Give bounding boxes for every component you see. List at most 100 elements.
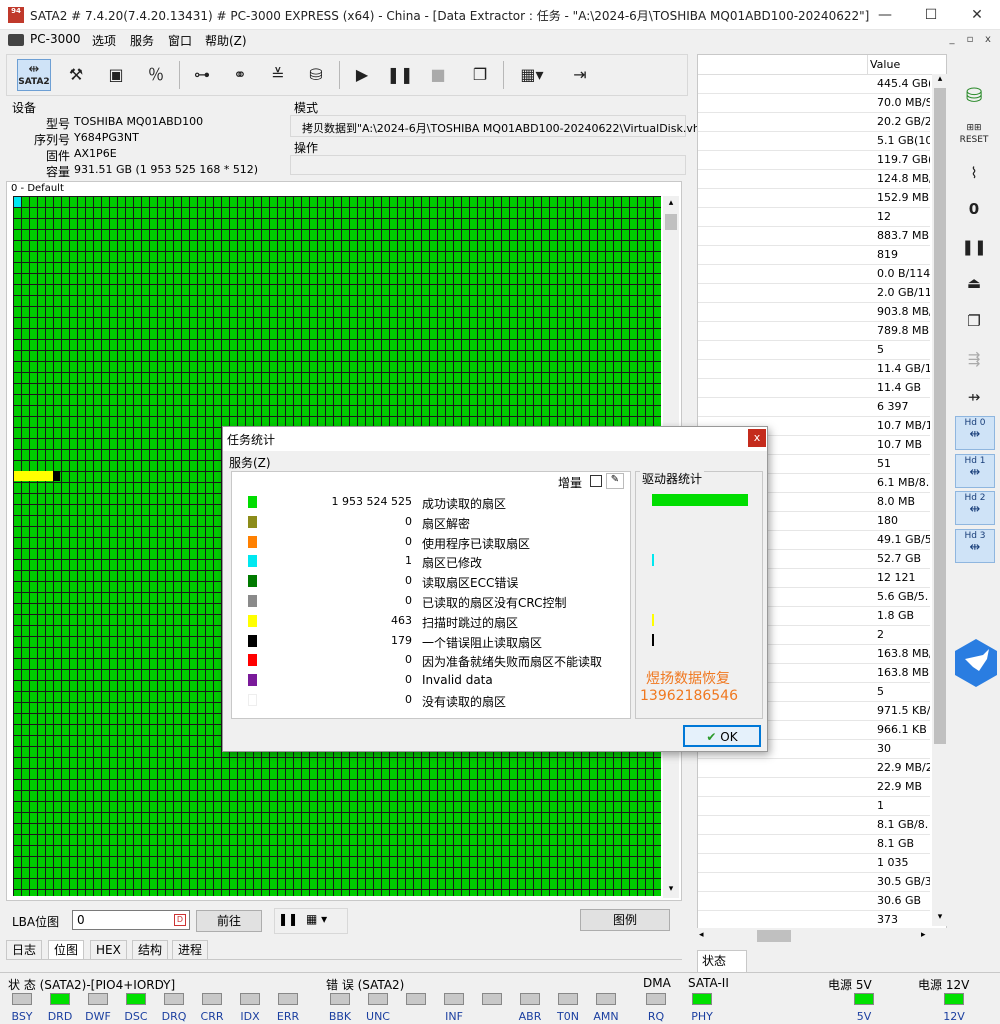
close-button[interactable]: ✕ xyxy=(954,0,1000,30)
scroll-left-icon[interactable]: ◂ xyxy=(699,930,704,940)
hd0-button[interactable]: Hd 0 ⇹ xyxy=(955,416,995,450)
values-scroll-up-icon[interactable]: ▴ xyxy=(934,74,946,86)
menu-service[interactable]: 服务 xyxy=(130,32,154,49)
status-group-title: 错 误 (SATA2) xyxy=(326,978,405,992)
tools-icon[interactable]: ⚒ xyxy=(59,59,93,91)
pause-map-icon[interactable]: ❚❚ xyxy=(278,912,298,926)
value-row[interactable]: 819 xyxy=(698,246,930,265)
values-horizontal-scrollbar[interactable]: ◂ ▸ xyxy=(697,928,947,944)
disk-heads-icon[interactable]: ≚ xyxy=(261,59,295,91)
values-scroll-thumb[interactable] xyxy=(934,88,946,744)
menu-window[interactable]: 窗口 xyxy=(168,32,192,49)
pause-icon[interactable]: ❚❚ xyxy=(383,59,417,91)
value-cell: 1.8 GB xyxy=(877,609,915,622)
tree-icon[interactable]: ⊶ xyxy=(185,59,219,91)
tab-structure[interactable]: 结构 xyxy=(132,940,169,960)
value-row[interactable]: 1 035 xyxy=(698,854,930,873)
hd2-button[interactable]: Hd 2 ⇹ xyxy=(955,491,995,525)
dialog-close-button[interactable]: x xyxy=(748,429,766,447)
value-row[interactable]: 30.5 GB/3 xyxy=(698,873,930,892)
signal-icon[interactable]: ⌇ xyxy=(954,156,994,190)
mdi-minimize-button[interactable]: _ xyxy=(945,33,959,47)
hd0-connector-icon: ⇹ xyxy=(969,427,981,442)
copy-windows-icon[interactable]: ❐ xyxy=(463,59,497,91)
value-row[interactable]: 124.8 MB/ xyxy=(698,170,930,189)
status-led-label: 12V xyxy=(943,1010,965,1023)
hd3-button[interactable]: Hd 3 ⇹ xyxy=(955,529,995,563)
value-row[interactable]: 11.4 GB/1 xyxy=(698,360,930,379)
bird-logo-icon[interactable] xyxy=(953,637,999,689)
copy-delete-icon[interactable]: ❐ xyxy=(954,304,994,338)
tab-bitmap[interactable]: 位图 xyxy=(48,940,85,960)
value-row[interactable]: 119.7 GB( xyxy=(698,151,930,170)
value-row[interactable]: 5.1 GB(10 xyxy=(698,132,930,151)
tab-process[interactable]: 进程 xyxy=(172,940,209,960)
connector-icon[interactable]: ⇸ xyxy=(954,380,994,414)
menu-options[interactable]: 选项 xyxy=(92,32,116,49)
value-row[interactable]: 8.1 GB xyxy=(698,835,930,854)
menu-pc3000[interactable]: PC-3000 xyxy=(30,32,80,46)
scroll-down-icon[interactable]: ▾ xyxy=(665,884,677,896)
dialog-service-menu[interactable]: 服务(Z) xyxy=(229,454,271,471)
value-row[interactable]: 789.8 MB xyxy=(698,322,930,341)
value-row[interactable]: 445.4 GB( xyxy=(698,75,930,94)
menu-help[interactable]: 帮助(Z) xyxy=(205,32,247,49)
reset-button[interactable]: ⊞⊞ RESET xyxy=(954,118,994,152)
value-row[interactable]: 903.8 MB/ xyxy=(698,303,930,322)
tab-log[interactable]: 日志 xyxy=(6,940,43,960)
zero-fill-icon[interactable]: 0 xyxy=(954,192,994,226)
hd1-button[interactable]: Hd 1 ⇹ xyxy=(955,454,995,488)
value-row[interactable]: 30.6 GB xyxy=(698,892,930,911)
play-icon[interactable]: ▶ xyxy=(345,59,379,91)
tab-status[interactable]: 状态 xyxy=(697,950,747,972)
value-row[interactable]: 0.0 B/114 xyxy=(698,265,930,284)
value-row[interactable]: 22.9 MB xyxy=(698,778,930,797)
status-led-label: IDX xyxy=(240,1010,260,1023)
map-scroll-thumb[interactable] xyxy=(665,214,677,230)
value-row[interactable]: 70.0 MB/S xyxy=(698,94,930,113)
value-row[interactable]: 22.9 MB/2 xyxy=(698,759,930,778)
chip-icon[interactable]: ▣ xyxy=(99,59,133,91)
lba-format-icon[interactable]: D xyxy=(174,914,186,926)
value-row[interactable]: 1 xyxy=(698,797,930,816)
value-row[interactable]: 2.0 GB/11 xyxy=(698,284,930,303)
stat-count: 0 xyxy=(405,673,412,687)
value-row[interactable]: 6 397 xyxy=(698,398,930,417)
stop-icon[interactable]: ■ xyxy=(421,59,455,91)
value-column-header[interactable]: Value xyxy=(870,58,900,71)
value-row[interactable]: 11.4 GB xyxy=(698,379,930,398)
edit-pen-icon[interactable]: ✎ xyxy=(606,473,624,489)
binoculars-icon[interactable]: ⚭ xyxy=(223,59,257,91)
values-hscroll-thumb[interactable] xyxy=(757,930,791,942)
maximize-button[interactable]: ☐ xyxy=(908,0,954,30)
value-row[interactable]: 5 xyxy=(698,341,930,360)
lba-input[interactable]: 0 xyxy=(72,910,190,930)
value-row[interactable]: 12 xyxy=(698,208,930,227)
scroll-up-icon[interactable]: ▴ xyxy=(665,198,677,210)
sata2-button[interactable]: ⇹ SATA2 xyxy=(17,59,51,91)
values-vertical-scrollbar[interactable]: ▴ ▾ xyxy=(932,74,948,926)
mdi-restore-button[interactable]: ▫ xyxy=(963,33,977,47)
value-row[interactable]: 20.2 GB/2 xyxy=(698,113,930,132)
value-row[interactable]: 883.7 MB xyxy=(698,227,930,246)
goto-button[interactable]: 前往 xyxy=(196,910,262,932)
value-row[interactable]: 152.9 MB xyxy=(698,189,930,208)
stat-label: 成功读取的扇区 xyxy=(422,497,507,511)
tab-hex[interactable]: HEX xyxy=(90,940,127,960)
legend-button[interactable]: 图例 xyxy=(580,909,670,931)
exit-icon[interactable]: ⇥ xyxy=(563,59,597,91)
pause-icon-right[interactable]: ❚❚ xyxy=(954,230,994,264)
database-icon[interactable]: ⛁ xyxy=(954,78,994,112)
value-row[interactable]: 8.1 GB/8. xyxy=(698,816,930,835)
ok-button[interactable]: ✔ OK xyxy=(683,725,761,747)
values-scroll-down-icon[interactable]: ▾ xyxy=(934,912,946,924)
scroll-right-icon[interactable]: ▸ xyxy=(921,930,926,940)
disk-icon[interactable]: ⛁ xyxy=(299,59,333,91)
minimize-button[interactable]: — xyxy=(862,0,908,30)
map-mode-dropdown-icon[interactable]: ▦ ▾ xyxy=(306,912,327,926)
percent-icon[interactable]: ％ xyxy=(139,59,173,91)
increment-checkbox[interactable] xyxy=(590,475,602,487)
mdi-close-button[interactable]: x xyxy=(981,33,995,47)
map-view-dropdown-icon[interactable]: ▦▾ xyxy=(509,59,555,91)
plug-icon[interactable]: ⏏ xyxy=(954,266,994,300)
